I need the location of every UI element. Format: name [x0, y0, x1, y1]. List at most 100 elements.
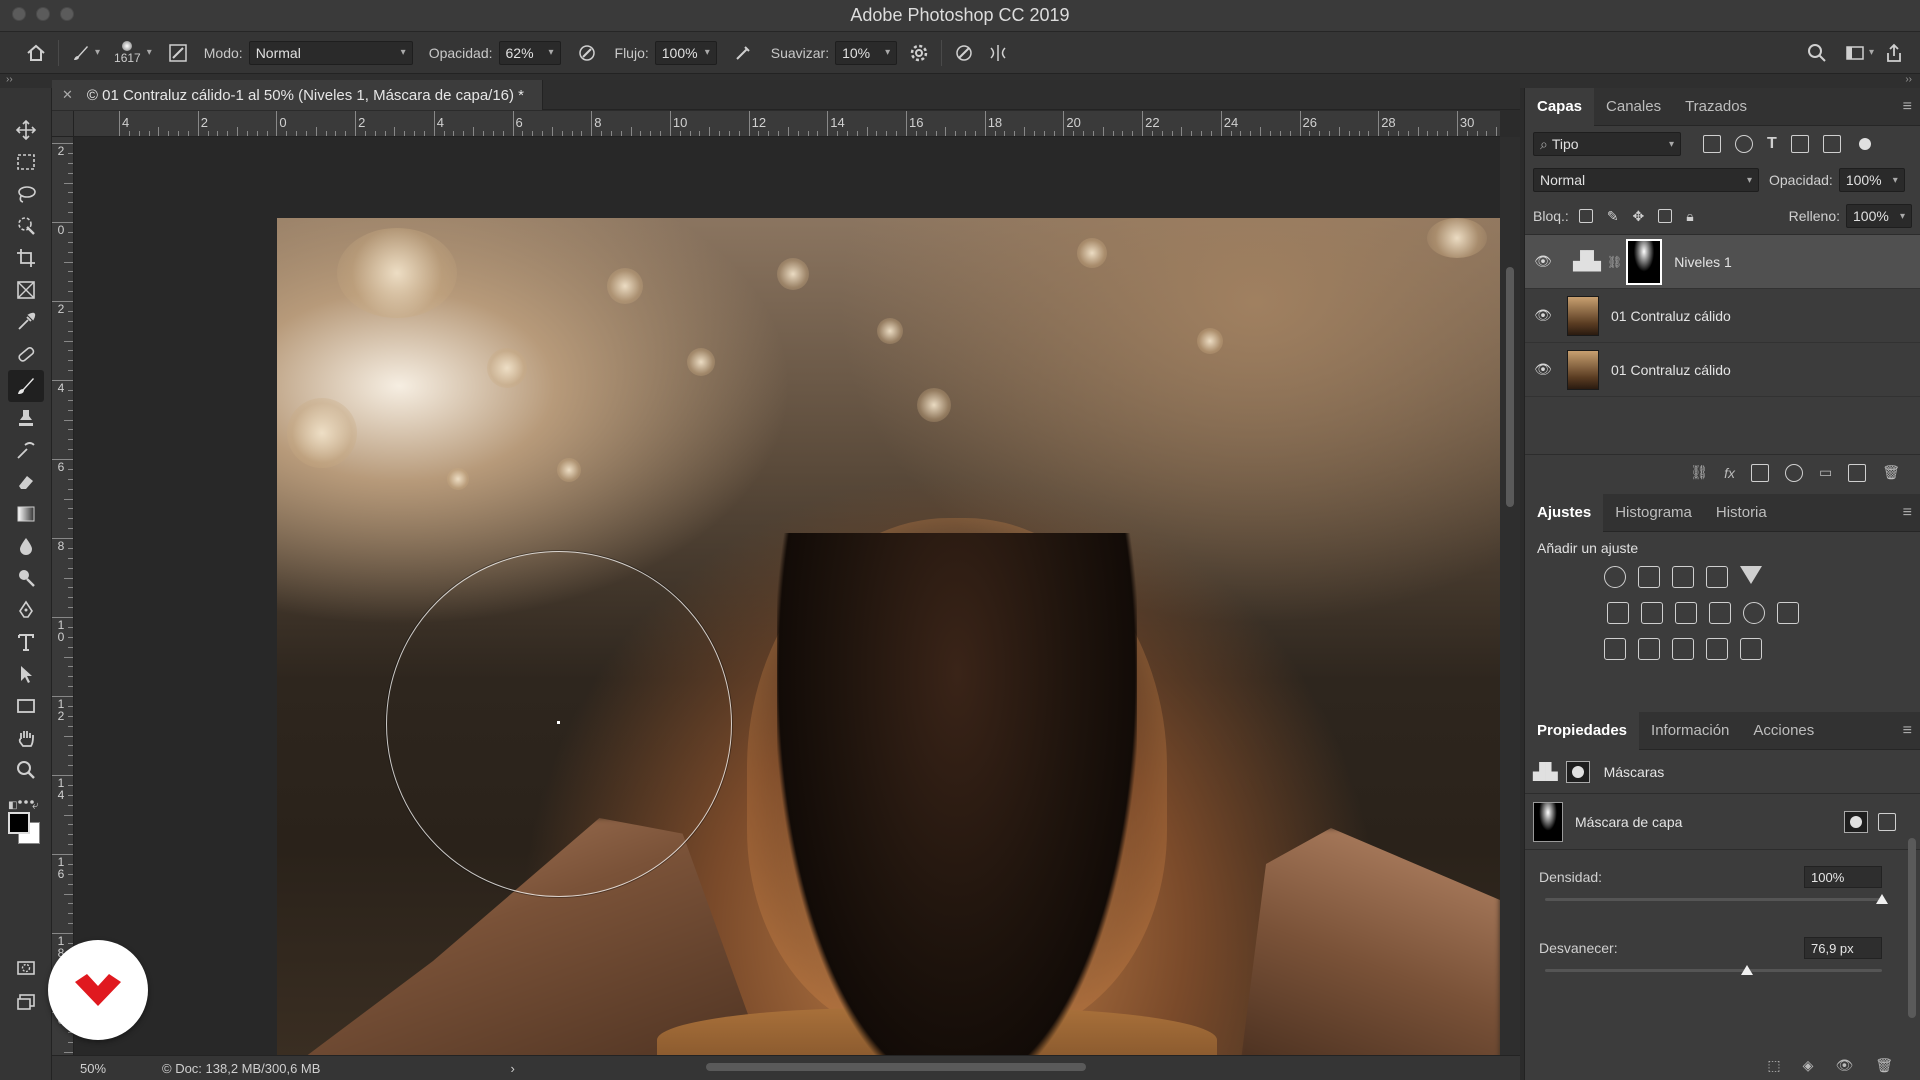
filter-toggle-icon[interactable]	[1858, 138, 1871, 150]
tab-trazados[interactable]: Trazados	[1673, 88, 1759, 126]
swap-colors-icon[interactable]: ⤶	[32, 798, 39, 813]
brush-tool-icon[interactable]	[7, 370, 44, 402]
expand-toolbar-icon[interactable]: ››	[6, 74, 13, 85]
horizontal-scroll-thumb[interactable]	[706, 1063, 1086, 1071]
mode-select[interactable]: Normal ▾	[248, 40, 413, 65]
healing-brush-tool-icon[interactable]	[8, 338, 44, 370]
lock-position-icon[interactable]: ✥	[1633, 208, 1645, 225]
vertical-scrollbar[interactable]	[1500, 137, 1520, 1055]
marquee-tool-icon[interactable]	[8, 146, 44, 178]
pressure-size-icon[interactable]	[950, 39, 978, 67]
gradient-tool-icon[interactable]	[8, 498, 44, 530]
tab-histograma[interactable]: Histograma	[1603, 494, 1704, 532]
dodge-tool-icon[interactable]	[8, 562, 44, 594]
eye-icon[interactable]: 👁︎	[1525, 307, 1561, 324]
trash-icon[interactable]: 🗑︎	[1882, 464, 1900, 481]
selective-color-icon[interactable]	[1705, 638, 1728, 660]
channel-mixer-icon[interactable]	[1742, 602, 1765, 624]
filter-smart-object-icon[interactable]	[1822, 135, 1841, 153]
minimize-window-button[interactable]	[36, 7, 50, 21]
posterize-icon[interactable]	[1637, 638, 1660, 660]
eraser-tool-icon[interactable]	[8, 466, 44, 498]
crop-tool-icon[interactable]	[8, 242, 44, 274]
pen-tool-icon[interactable]	[8, 594, 44, 626]
panel-menu-icon[interactable]: ≡	[1903, 504, 1912, 522]
gear-icon[interactable]	[905, 39, 933, 67]
screen-mode-icon[interactable]	[8, 986, 44, 1018]
home-icon[interactable]	[22, 39, 50, 67]
mask-mode-icon[interactable]	[1565, 760, 1590, 783]
document-canvas[interactable]	[74, 137, 1500, 1055]
photo-filter-icon[interactable]	[1708, 602, 1731, 624]
eyedropper-tool-icon[interactable]	[8, 306, 44, 338]
default-colors-icon[interactable]: ◧	[8, 800, 17, 811]
horizontal-ruler[interactable]: 4 2 0 2 4 6 8 10 12 14 16 18 20 22 24 26 28 30	[74, 111, 1500, 137]
zoom-level[interactable]: 50%	[52, 1061, 132, 1076]
load-selection-icon[interactable]: ⬚	[1767, 1057, 1780, 1074]
hand-tool-icon[interactable]	[8, 722, 44, 754]
clone-stamp-tool-icon[interactable]	[8, 402, 44, 434]
fx-icon[interactable]: fx	[1724, 465, 1735, 481]
scroll-thumb[interactable]	[1506, 267, 1514, 507]
color-lookup-icon[interactable]	[1776, 602, 1799, 624]
fill-field[interactable]: 100% ▾	[1846, 204, 1912, 228]
apply-mask-icon[interactable]: ◈	[1803, 1057, 1814, 1074]
layer-row[interactable]: 👁︎ 01 Contraluz cálido	[1525, 289, 1920, 343]
brush-icon[interactable]	[67, 39, 95, 67]
feather-slider[interactable]	[1545, 965, 1882, 975]
filter-type-icon[interactable]: T	[1767, 135, 1777, 153]
symmetry-icon[interactable]	[984, 39, 1012, 67]
levels-adjustment-icon[interactable]: ▟▙	[1533, 762, 1558, 782]
layer-row[interactable]: 👁︎ ▟▙ ⛓︎ Niveles 1	[1525, 235, 1920, 289]
filter-adjustment-icon[interactable]	[1735, 135, 1753, 153]
tab-capas[interactable]: Capas	[1525, 87, 1595, 126]
flow-field[interactable]: 100% ▾	[654, 40, 717, 65]
layer-opacity-field[interactable]: 100% ▾	[1838, 168, 1905, 192]
foreground-color-swatch[interactable]	[8, 812, 30, 834]
feather-field[interactable]: 76,9 px	[1804, 937, 1882, 959]
trash-icon[interactable]: 🗑︎	[1875, 1057, 1893, 1074]
workspace-icon[interactable]	[1841, 39, 1869, 67]
invert-icon[interactable]	[1603, 638, 1626, 660]
chevron-down-icon[interactable]: ▾	[1869, 47, 1874, 58]
tab-propiedades[interactable]: Propiedades	[1525, 711, 1640, 750]
quick-selection-tool-icon[interactable]	[8, 210, 44, 242]
pixel-mask-icon[interactable]	[1844, 810, 1868, 833]
vibrance-icon[interactable]	[1739, 566, 1762, 584]
panel-menu-icon[interactable]: ≡	[1903, 98, 1912, 116]
layer-mask-thumbnail[interactable]	[1533, 801, 1563, 842]
quick-mask-icon[interactable]	[8, 952, 44, 984]
move-tool-icon[interactable]	[8, 114, 44, 146]
chevron-down-icon[interactable]: ▾	[147, 47, 152, 58]
lock-transparency-icon[interactable]	[1578, 209, 1593, 223]
exposure-icon[interactable]	[1705, 566, 1728, 588]
eye-icon[interactable]: 👁︎	[1525, 253, 1561, 270]
tab-historia[interactable]: Historia	[1704, 494, 1779, 532]
pressure-opacity-icon[interactable]	[573, 39, 601, 67]
new-layer-icon[interactable]	[1848, 463, 1867, 482]
curves-icon[interactable]	[1671, 566, 1694, 588]
close-window-button[interactable]	[12, 7, 26, 21]
density-slider[interactable]	[1545, 894, 1888, 904]
hue-saturation-icon[interactable]	[1606, 602, 1629, 624]
lasso-tool-icon[interactable]	[8, 178, 44, 210]
tab-informacion[interactable]: Información	[1639, 712, 1741, 750]
eye-icon[interactable]: 👁︎	[1835, 1057, 1853, 1074]
collapse-panels-icon[interactable]: ››	[1905, 74, 1912, 85]
brightness-contrast-icon[interactable]	[1603, 566, 1626, 588]
filter-pixel-icon[interactable]	[1703, 135, 1721, 153]
link-icon[interactable]: ⛓︎	[1690, 464, 1708, 481]
add-mask-icon[interactable]	[1750, 463, 1769, 482]
black-white-icon[interactable]	[1674, 602, 1697, 624]
search-icon[interactable]	[1803, 39, 1831, 67]
eye-icon[interactable]: 👁︎	[1525, 361, 1561, 378]
airbrush-icon[interactable]	[729, 39, 757, 67]
layer-row[interactable]: 👁︎ 01 Contraluz cálido	[1525, 343, 1920, 397]
layer-mask-thumbnail[interactable]	[1626, 238, 1663, 285]
brush-size-preset[interactable]: 1617	[114, 40, 141, 65]
share-icon[interactable]	[1880, 39, 1908, 67]
new-group-icon[interactable]: ▭	[1819, 464, 1832, 481]
color-balance-icon[interactable]	[1640, 602, 1663, 624]
zoom-window-button[interactable]	[60, 7, 74, 21]
lock-icon[interactable]: 🔒︎	[1686, 208, 1693, 225]
